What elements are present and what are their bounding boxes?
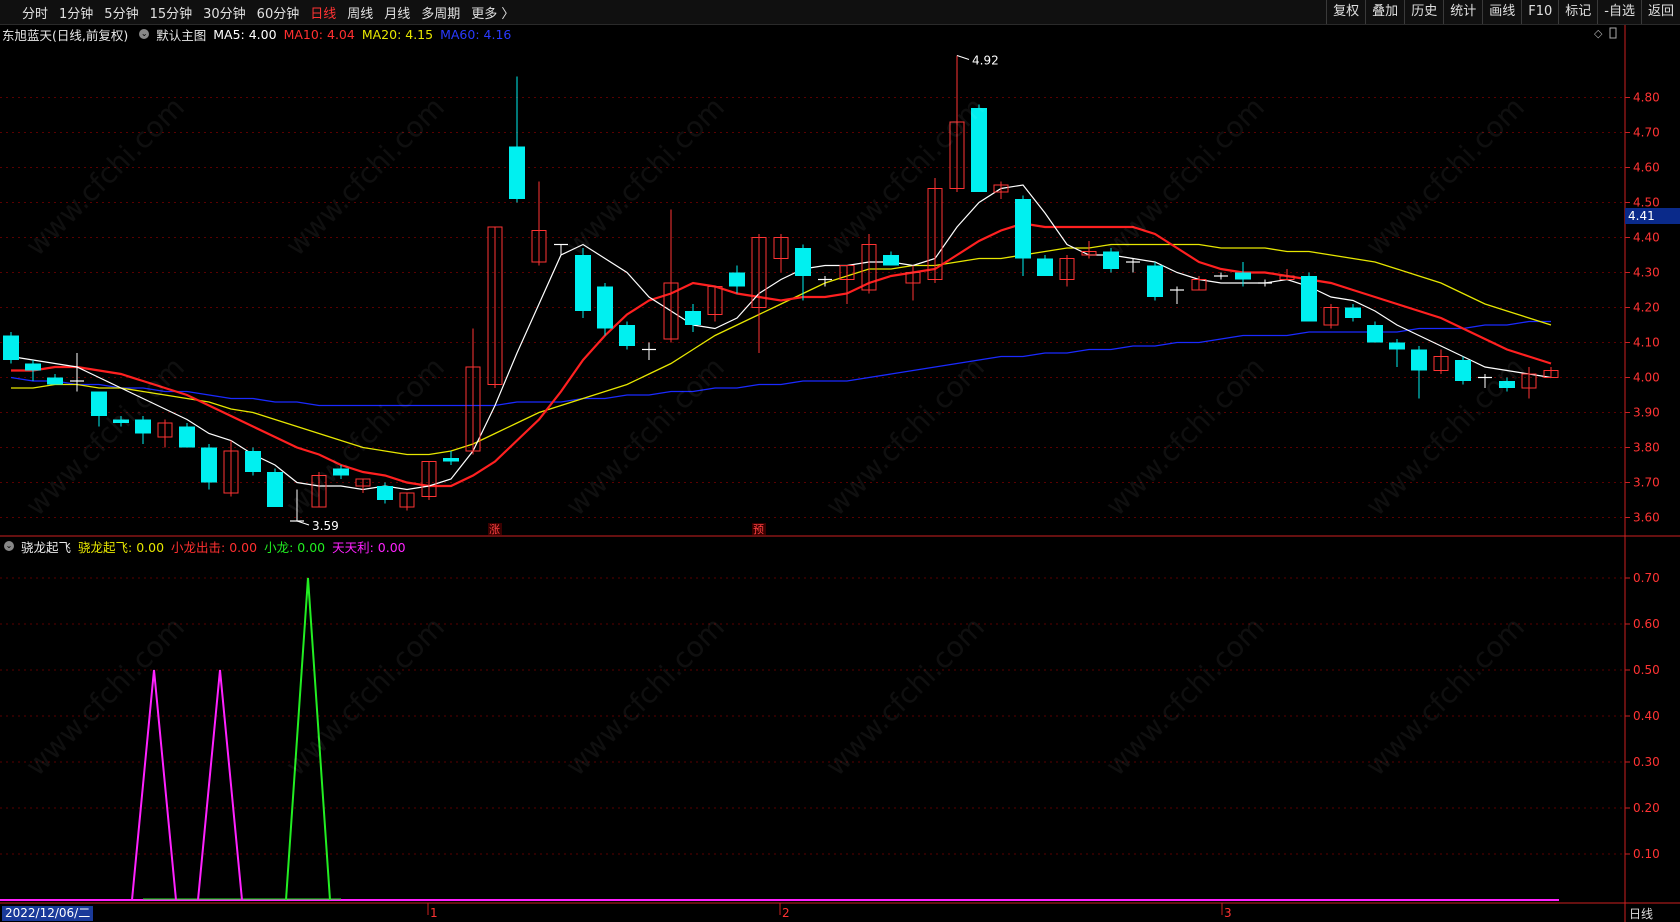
- marker-zhang: 涨: [489, 523, 500, 536]
- candle-body: [685, 311, 701, 325]
- candle-body: [3, 335, 19, 360]
- price-axis-label: 4.20: [1633, 301, 1660, 315]
- diamond-icon: ◇: [1594, 27, 1603, 40]
- high-pointer: [956, 55, 970, 60]
- candle-body: [377, 486, 393, 500]
- date-label: 2022/12/06/二: [2, 906, 94, 921]
- month-label: 2: [782, 906, 790, 920]
- sub-axis-label: 0.30: [1633, 755, 1660, 769]
- price-axis-label: 3.70: [1633, 476, 1660, 490]
- ma20-line: [11, 243, 1552, 456]
- price-axis-label: 3.80: [1633, 441, 1660, 455]
- candle-body: [47, 377, 63, 385]
- candle-body: [25, 363, 41, 371]
- candle-body: [91, 391, 107, 416]
- candle-body: [267, 472, 283, 507]
- candle-body: [619, 325, 635, 346]
- month-label: 1: [430, 906, 438, 920]
- high-label: 4.92: [972, 54, 999, 68]
- period-label: 日线: [1629, 907, 1654, 921]
- low-label: 3.59: [312, 519, 339, 533]
- price-axis-label: 4.30: [1633, 266, 1660, 280]
- candle-body: [1301, 276, 1317, 322]
- sub-axis-label: 0.70: [1633, 571, 1660, 585]
- candle-body: [1367, 325, 1383, 343]
- price-axis-label: 4.40: [1633, 231, 1660, 245]
- candle-body: [1499, 381, 1515, 388]
- panel-icon: [1609, 27, 1617, 39]
- candle-body: [1389, 342, 1405, 350]
- sub-axis-label: 0.10: [1633, 847, 1660, 861]
- current-price-tag: 4.41: [1625, 208, 1680, 224]
- candle-body: [883, 255, 899, 266]
- candle-body: [1015, 199, 1031, 259]
- candle-body: [795, 248, 811, 276]
- candle-body: [113, 419, 129, 423]
- price-axis-label: 4.70: [1633, 126, 1660, 140]
- indicator-peak: [285, 577, 331, 901]
- candle-body: [971, 108, 987, 192]
- ma60-line: [10, 320, 1551, 407]
- indicator-peak: [197, 669, 243, 901]
- candle-body: [1345, 307, 1361, 318]
- candle-body: [597, 286, 613, 329]
- indicator-peak: [131, 669, 177, 901]
- price-axis-label: 3.60: [1633, 511, 1660, 525]
- candle-body: [333, 468, 349, 476]
- candle-body: [1147, 265, 1163, 297]
- candle-body: [509, 146, 525, 199]
- price-axis-label: 4.00: [1633, 371, 1660, 385]
- month-label: 3: [1224, 906, 1232, 920]
- candle-body: [1411, 349, 1427, 371]
- sub-axis-label: 0.50: [1633, 663, 1660, 677]
- price-axis-label: 4.80: [1633, 91, 1660, 105]
- candle-body: [575, 255, 591, 311]
- sub-axis-label: 0.60: [1633, 617, 1660, 631]
- candle-body: [135, 419, 151, 434]
- candle-body: [1455, 360, 1471, 381]
- price-axis-label: 4.10: [1633, 336, 1660, 350]
- price-axis-label: 4.60: [1633, 161, 1660, 175]
- ma5-line: [10, 184, 1552, 491]
- sub-axis-label: 0.20: [1633, 801, 1660, 815]
- kline-chart[interactable]: 4.804.704.604.504.404.304.204.104.003.90…: [0, 0, 1680, 922]
- marker-yu: 预: [753, 523, 764, 536]
- candle-body: [201, 447, 217, 483]
- candle-body: [179, 426, 195, 448]
- candle-body: [443, 458, 459, 462]
- candle-body: [1037, 258, 1053, 276]
- sub-axis-label: 0.40: [1633, 709, 1660, 723]
- candle-body: [729, 272, 745, 287]
- candle-body: [245, 451, 261, 472]
- candle-body: [1235, 272, 1251, 280]
- price-axis-label: 3.90: [1633, 406, 1660, 420]
- candle-body: [1103, 251, 1119, 269]
